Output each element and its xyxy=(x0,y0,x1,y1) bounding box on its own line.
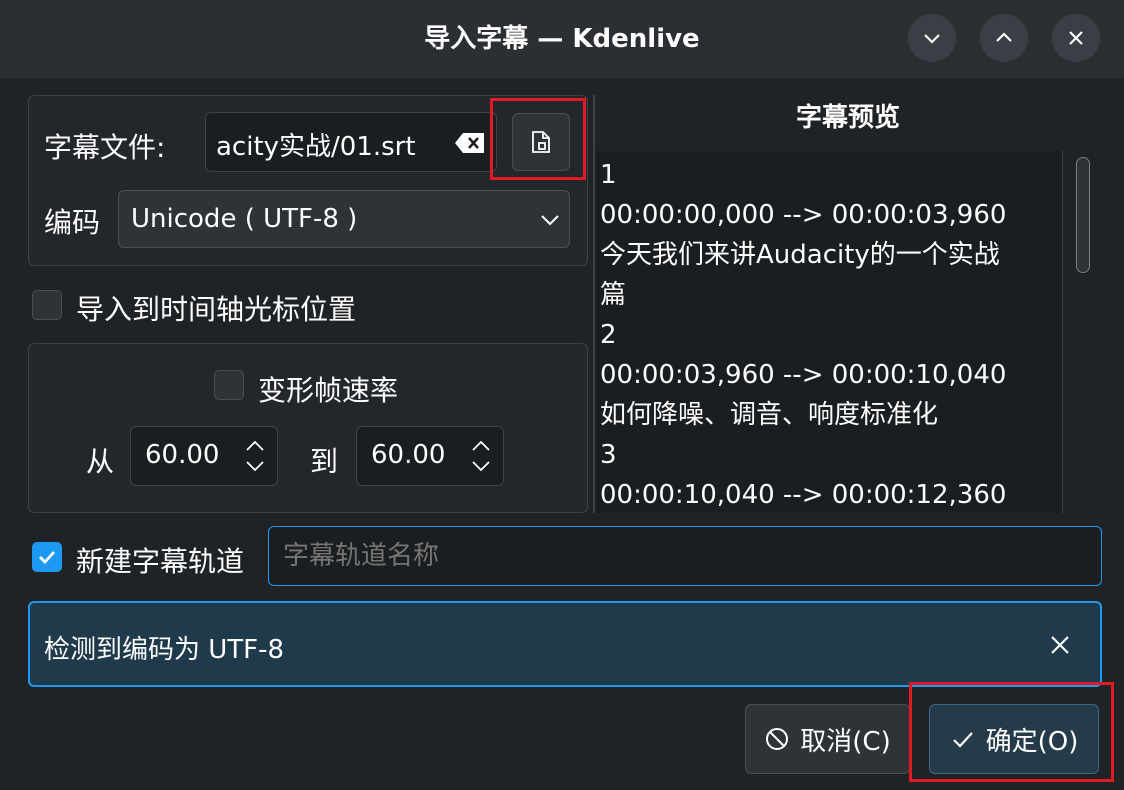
preview-title: 字幕预览 xyxy=(795,103,900,133)
cancel-label: 取消(C) xyxy=(800,726,891,757)
highlight-box-browse xyxy=(490,98,586,180)
to-label: 到 xyxy=(310,445,339,478)
preview-line: 00:00:10,040 --> 00:00:12,360 xyxy=(600,480,1007,510)
checkmark-icon xyxy=(39,551,56,565)
preview-line: 今天我们来讲Audacity的一个实战 xyxy=(600,240,1000,270)
preview-scrollbar[interactable] xyxy=(1062,151,1104,513)
subtitle-file-label: 字幕文件: xyxy=(44,131,166,164)
subtitle-file-input[interactable]: acity实战/01.srt xyxy=(205,112,497,172)
transform-framerate-checkbox[interactable] xyxy=(214,370,244,400)
encoding-select[interactable]: Unicode ( UTF-8 ) xyxy=(118,190,570,248)
encoding-label: 编码 xyxy=(44,206,101,239)
new-track-checkbox[interactable] xyxy=(32,542,62,572)
preview-line: 2 xyxy=(600,320,617,350)
subtitle-preview-area[interactable]: 1 00:00:00,000 --> 00:00:03,960 今天我们来讲Au… xyxy=(596,151,1104,513)
chevron-up-icon xyxy=(996,32,1012,42)
from-framerate-spinbox[interactable]: 60.00 xyxy=(130,426,278,486)
import-to-cursor-checkbox[interactable] xyxy=(32,290,62,320)
clear-text-icon[interactable] xyxy=(454,131,486,159)
to-framerate-value: 60.00 xyxy=(371,440,446,470)
track-name-input[interactable] xyxy=(268,526,1102,586)
chevron-down-icon xyxy=(924,34,940,44)
close-icon xyxy=(1069,31,1083,45)
maximize-button[interactable] xyxy=(980,14,1028,62)
scrollbar-thumb[interactable] xyxy=(1076,157,1090,273)
preview-line: 1 xyxy=(600,160,617,190)
cancel-icon xyxy=(766,728,789,750)
import-to-cursor-label: 导入到时间轴光标位置 xyxy=(76,293,357,326)
encoding-selected-value: Unicode ( UTF-8 ) xyxy=(131,204,358,234)
highlight-box-ok xyxy=(909,682,1114,782)
chevron-down-icon xyxy=(541,215,559,226)
spinbox-arrows-icon[interactable] xyxy=(469,437,493,475)
new-track-label: 新建字幕轨道 xyxy=(76,545,245,578)
transform-framerate-label: 变形帧速率 xyxy=(258,374,399,407)
spinbox-arrows-icon[interactable] xyxy=(243,437,267,475)
subtitle-file-path: acity实战/01.srt xyxy=(216,132,416,162)
preview-line: 3 xyxy=(600,440,617,470)
close-window-button[interactable] xyxy=(1052,14,1100,62)
panel-divider xyxy=(593,95,595,513)
from-framerate-value: 60.00 xyxy=(145,440,220,470)
preview-line: 如何降噪、调音、响度标准化 xyxy=(600,400,939,430)
cancel-button[interactable]: 取消(C) xyxy=(745,704,910,774)
preview-line: 篇 xyxy=(600,280,627,310)
message-banner: 检测到编码为 UTF-8 xyxy=(28,601,1102,687)
close-icon[interactable] xyxy=(1048,633,1072,657)
from-label: 从 xyxy=(86,445,115,478)
preview-text: 1 00:00:00,000 --> 00:00:03,960 今天我们来讲Au… xyxy=(600,155,1060,513)
preview-line: 00:00:00,000 --> 00:00:03,960 xyxy=(600,200,1007,230)
to-framerate-spinbox[interactable]: 60.00 xyxy=(356,426,504,486)
minimize-button[interactable] xyxy=(908,14,956,62)
message-text: 检测到编码为 UTF-8 xyxy=(44,635,285,665)
preview-line: 00:00:03,960 --> 00:00:10,040 xyxy=(600,360,1007,390)
